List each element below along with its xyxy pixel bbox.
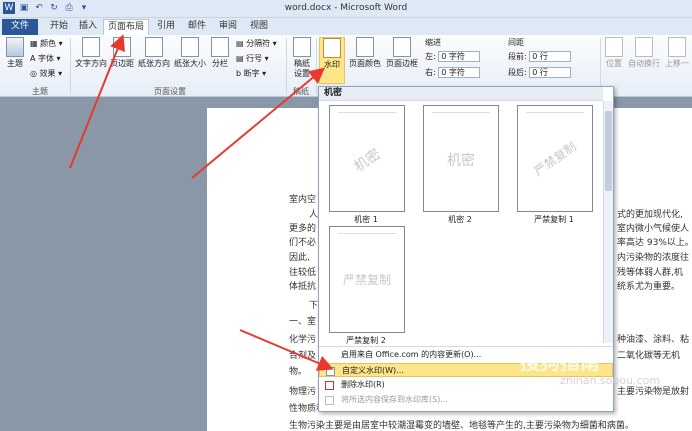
doc-line-right: 二氧化碳等无机 [617,351,681,361]
tab-review[interactable]: 审阅 [215,19,241,35]
watermark-thumb-confidential-2[interactable]: 机密 [423,105,499,212]
indent-left: 左: 0 字符 [425,51,481,62]
doc-line: 体抵抗 [289,282,317,292]
tab-insert[interactable]: 插入 [76,19,100,35]
columns-button[interactable]: 分栏 [209,37,231,69]
watermark-icon [323,38,341,58]
theme-button[interactable]: 主题 [4,37,26,69]
doc-line: 往较低 [289,268,317,278]
thumb-caption: 机密 1 [354,215,378,224]
page-borders-button[interactable]: 页面边框 [384,37,420,69]
theme-icon [6,37,24,57]
watermark-button[interactable]: 水印 [319,37,345,84]
indent-left-input[interactable]: 0 字符 [438,51,481,62]
group-label-theme: 主题 [32,87,48,96]
tab-view[interactable]: 视图 [246,19,272,35]
watermark-thumb-confidential-1[interactable]: 机密 [329,105,405,212]
doc-line: 们不必 [289,238,317,248]
watermark-thumb-donotcopy-2[interactable]: 严禁复制 [329,226,405,333]
thumb-caption: 机密 2 [448,215,472,224]
site-watermark-url: zhinan.sogou.com [560,374,661,387]
tab-file[interactable]: 文件 [2,19,38,35]
spacing-after: 段后: 0 行 [508,67,572,78]
indent-title: 缩进 [425,38,441,47]
scrollbar-thumb[interactable] [605,111,612,191]
theme-effects-button[interactable]: ◎ 效果 ▾ [30,68,62,79]
page-borders-icon [393,37,411,57]
theme-colors-button[interactable]: ▦ 颜色 ▾ [30,38,63,49]
page-color-button[interactable]: 页面颜色 [347,37,383,69]
page-size-icon [181,37,199,57]
text-direction-icon [82,37,100,57]
group-label-page-setup: 页面设置 [154,87,186,96]
gallery-header: 机密 [319,87,603,101]
doc-line: 化学污 [289,335,317,345]
tab-references[interactable]: 引用 [153,19,179,35]
window-title: word.docx - Microsoft Word [284,3,408,13]
doc-line: 一、室 [289,317,317,327]
page-color-icon [356,37,374,57]
orientation-icon [145,37,163,57]
title-bar: W ▣ ↶ ↻ ⎙ ▾ word.docx - Microsoft Word [0,0,692,18]
remove-watermark-icon [325,381,334,390]
tab-home[interactable]: 开始 [44,19,74,35]
doc-line-right: 统系尤为重要。 [617,282,681,292]
breaks-button[interactable]: ▤ 分隔符 ▾ [236,38,277,49]
draft-paper-button[interactable]: 稿纸 设置 [290,37,314,79]
group-label-draft: 稿纸 [293,87,309,96]
doc-line: 因此, [289,253,310,263]
indent-right: 右: 0 字符 [425,67,481,78]
custom-watermark-icon [326,367,335,376]
bring-forward-icon [668,37,686,57]
doc-line: 人 [309,210,319,220]
indent-right-input[interactable]: 0 字符 [438,67,481,78]
orientation-button[interactable]: 纸张方向 [136,37,172,69]
doc-line: 室内空 [289,195,317,205]
tab-page-layout[interactable]: 页面布局 [103,19,149,35]
spacing-before: 段前: 0 行 [508,51,572,62]
doc-line-right: 室内微小气候使人 [617,224,690,234]
line-numbers-button[interactable]: ▤ 行号 ▾ [236,53,269,64]
watermark-thumb-donotcopy-1[interactable]: 严禁复制 [517,105,593,212]
bring-forward-button[interactable]: 上移一 [663,37,691,69]
doc-line-right: 残等体弱人群,机 [617,268,683,278]
doc-line-right: 式的更加现代化, [617,210,683,220]
menu-item-save-to-gallery[interactable]: 将所选内容保存到水印库(S)... [319,393,613,407]
doc-line: 物。 [289,367,308,377]
position-button[interactable]: 位置 [604,37,624,69]
doc-line: 更多的 [289,224,317,234]
ribbon-tabs: 文件 开始 插入 页面布局 引用 邮件 审阅 视图 [0,18,692,35]
position-icon [605,37,623,57]
spacing-before-input[interactable]: 0 行 [529,51,572,62]
margins-icon [113,37,131,57]
wrap-text-icon [635,37,653,57]
doc-line-right: 种油漆、涂料、粘 [617,335,690,345]
doc-line: 下 [309,301,319,311]
columns-icon [211,37,229,57]
spacing-title: 间距 [508,38,524,47]
doc-line: 物理污 [289,387,317,397]
site-watermark: 搜狗指南 [520,350,600,374]
thumb-caption: 严禁复制 2 [346,336,386,345]
wrap-text-button[interactable]: 自动换行 [626,37,662,69]
gallery-scrollbar[interactable] [603,101,613,343]
margins-button[interactable]: 页边距 [109,37,135,69]
thumb-caption: 严禁复制 1 [534,215,574,224]
page-size-button[interactable]: 纸张大小 [172,37,208,69]
doc-line: 生物污染主要是由居室中较潮湿霉变的墙壁、地毯等产生的,主要污染物为细菌和病菌。 [289,421,634,431]
hyphenation-button[interactable]: b 断字 ▾ [236,68,266,79]
spacing-after-input[interactable]: 0 行 [529,67,572,78]
doc-line: 合剂及 [289,351,317,361]
tab-mailings[interactable]: 邮件 [184,19,210,35]
doc-line-right: 内污染物的浓度往 [617,253,690,263]
theme-fonts-button[interactable]: A 字体 ▾ [30,53,61,64]
draft-paper-icon [293,37,311,57]
save-gallery-icon [325,396,334,405]
doc-line-right: 率高达 93%以上。 [617,238,692,248]
text-direction-button[interactable]: 文字方向 [74,37,108,69]
